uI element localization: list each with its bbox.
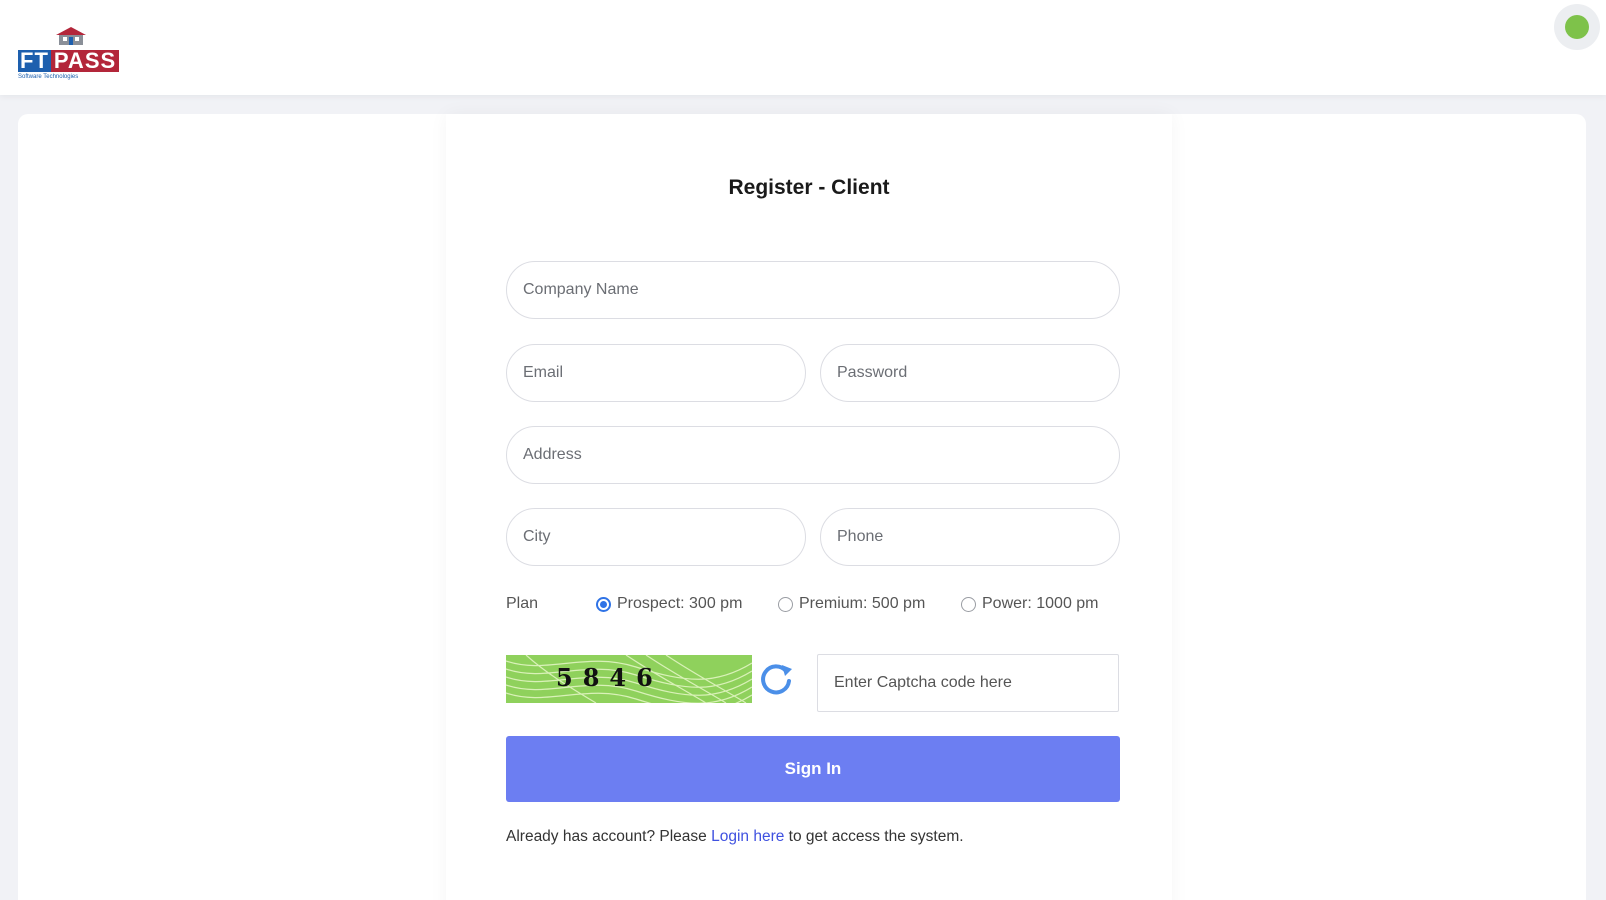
login-here-link[interactable]: Login here — [711, 828, 784, 845]
plan-option-prospect[interactable]: Prospect: 300 pm — [596, 592, 742, 616]
company-name-input[interactable] — [506, 261, 1120, 319]
page-title: Register - Client — [728, 176, 890, 199]
plan-option-premium[interactable]: Premium: 500 pm — [778, 592, 925, 616]
radio-unselected-icon[interactable] — [778, 596, 793, 612]
logo-ft: FT — [18, 48, 51, 73]
plan-option-label: Premium: 500 pm — [799, 595, 926, 612]
login-prompt: Already has account? Please Login here t… — [506, 828, 964, 846]
address-input[interactable] — [506, 426, 1120, 484]
user-status-avatar[interactable] — [1554, 4, 1600, 50]
logo-house-icon — [56, 27, 86, 45]
captcha-code: 5846 — [556, 663, 663, 692]
logo-pass: PASS — [50, 50, 120, 72]
captcha-input[interactable] — [817, 654, 1119, 712]
radio-unselected-icon[interactable] — [961, 596, 976, 612]
login-prompt-prefix: Already has account? Please — [506, 828, 707, 845]
city-input[interactable] — [506, 508, 806, 566]
logo-tagline: Software Technologies — [18, 74, 79, 80]
plan-option-power[interactable]: Power: 1000 pm — [961, 592, 1099, 616]
top-bar: FT PASS Software Technologies — [0, 0, 1606, 95]
ftpass-logo[interactable]: FT PASS Software Technologies — [18, 24, 128, 86]
phone-input[interactable] — [820, 508, 1120, 566]
plan-label: Plan — [506, 595, 539, 612]
register-form-panel: Register - Client Plan Prospect: 300 pm … — [446, 114, 1172, 900]
radio-selected-icon[interactable] — [596, 596, 611, 612]
sign-in-button[interactable]: Sign In — [506, 736, 1120, 802]
captcha-image: 5846 — [506, 655, 752, 703]
plan-option-label: Prospect: 300 pm — [617, 595, 743, 612]
logo-wordmark: FT PASS — [18, 48, 120, 73]
password-input[interactable] — [820, 344, 1120, 402]
email-input[interactable] — [506, 344, 806, 402]
refresh-icon[interactable] — [756, 659, 796, 699]
plan-option-label: Power: 1000 pm — [982, 595, 1099, 612]
login-prompt-suffix: to get access the system. — [788, 828, 964, 845]
main-card: Register - Client Plan Prospect: 300 pm … — [18, 114, 1586, 900]
plan-selector: Plan Prospect: 300 pm Premium: 500 pm Po… — [506, 592, 1126, 616]
online-status-icon — [1565, 15, 1589, 39]
